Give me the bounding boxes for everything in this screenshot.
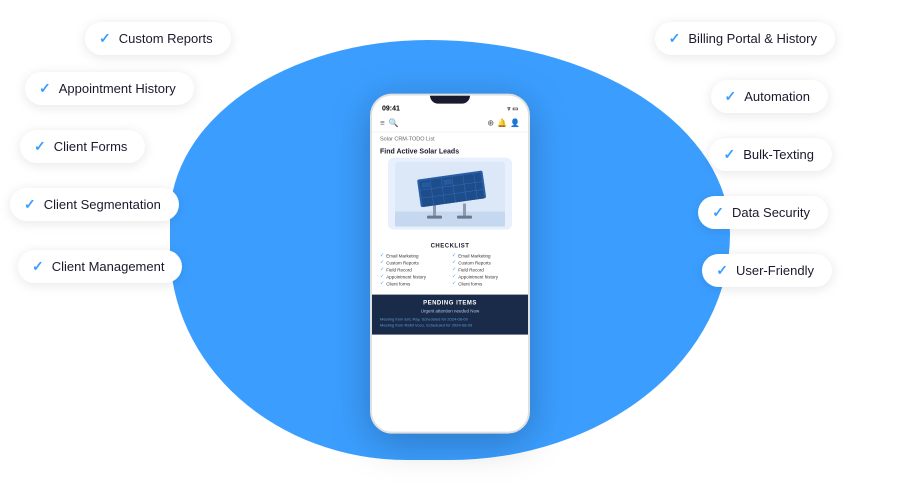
pill-user-friendly: ✓ User-Friendly [702, 254, 832, 287]
check-icon: ✓ [380, 274, 384, 280]
section-title: Find Active Solar Leads [372, 145, 528, 158]
pill-automation: ✓ Automation [711, 80, 829, 113]
toolbar-right: ⊕ 🔔 👤 [487, 119, 520, 128]
pending-item-2: Meeting from Rafid Voco, Scheduled for 2… [380, 323, 520, 328]
checklist-item: ✓ Email Marketing [380, 253, 448, 259]
pill-data-security: ✓ Data Security [698, 196, 828, 229]
check-icon: ✓ [380, 267, 384, 273]
checklist-item: ✓ Client forms [452, 281, 520, 287]
pending-subtitle: Urgent attention needed Now [380, 309, 520, 314]
checklist-item: ✓ Email Marketing [452, 253, 520, 259]
check-icon: ✓ [380, 281, 384, 287]
pill-label: Data Security [732, 205, 810, 220]
check-icon: ✓ [716, 262, 728, 279]
check-icon: ✓ [723, 146, 735, 163]
menu-icon[interactable]: ≡ [380, 119, 385, 128]
crm-label: Solar CRM-TODO List [372, 133, 528, 145]
check-icon: ✓ [32, 258, 44, 275]
pending-item-1: Meeting from Eric Ray, Scheduled for 202… [380, 317, 520, 322]
status-icons: ▿ ▭ [507, 106, 518, 113]
pill-label: Billing Portal & History [688, 31, 817, 46]
check-icon: ✓ [99, 30, 111, 47]
pending-title: PENDING ITEMS [380, 301, 520, 307]
pill-appointment-history: ✓ Appointment History [25, 72, 194, 105]
checklist-item: ✓ Client forms [380, 281, 448, 287]
pill-label: Client Forms [54, 139, 128, 154]
phone-toolbar: ≡ 🔍 ⊕ 🔔 👤 [372, 115, 528, 133]
check-icon: ✓ [452, 267, 456, 273]
check-icon: ✓ [452, 274, 456, 280]
pill-custom-reports: ✓ Custom Reports [85, 22, 231, 55]
pill-label: User-Friendly [736, 263, 814, 278]
battery-icon: ▭ [512, 106, 518, 113]
checklist-item: ✓ Appointment history [452, 274, 520, 280]
pill-label: Client Segmentation [44, 197, 161, 212]
pill-label: Custom Reports [119, 31, 213, 46]
check-icon: ✓ [380, 253, 384, 259]
add-icon[interactable]: ⊕ [487, 119, 494, 128]
check-icon: ✓ [712, 204, 724, 221]
checklist-item: ✓ Custom Reports [452, 260, 520, 266]
pill-client-forms: ✓ Client Forms [20, 130, 145, 163]
check-icon: ✓ [452, 260, 456, 266]
pending-section: PENDING ITEMS Urgent attention needed No… [372, 295, 528, 335]
solar-panel-image [388, 158, 512, 230]
pill-label: Bulk-Texting [743, 147, 814, 162]
phone-frame: 09:41 ▿ ▭ ≡ 🔍 ⊕ 🔔 👤 Solar CRM-TODO List … [370, 94, 530, 434]
checklist-section: CHECKLIST ✓ Email Marketing ✓ Email Mark… [372, 240, 528, 291]
toolbar-left: ≡ 🔍 [380, 119, 399, 128]
pill-client-management: ✓ Client Management [18, 250, 182, 283]
pill-bulk-texting: ✓ Bulk-Texting [709, 138, 832, 171]
status-time: 09:41 [382, 106, 400, 113]
checklist-grid: ✓ Email Marketing ✓ Email Marketing ✓ Cu… [380, 253, 520, 287]
wifi-icon: ▿ [507, 106, 510, 113]
check-icon: ✓ [380, 260, 384, 266]
pill-label: Appointment History [59, 81, 176, 96]
pill-label: Client Management [52, 259, 165, 274]
check-icon: ✓ [725, 88, 737, 105]
checklist-item: ✓ Field Record [452, 267, 520, 273]
check-icon: ✓ [39, 80, 51, 97]
check-icon: ✓ [669, 30, 681, 47]
phone-mockup: 09:41 ▿ ▭ ≡ 🔍 ⊕ 🔔 👤 Solar CRM-TODO List … [370, 94, 530, 434]
checklist-item: ✓ Field Record [380, 267, 448, 273]
checklist-item: ✓ Appointment history [380, 274, 448, 280]
check-icon: ✓ [34, 138, 46, 155]
check-icon: ✓ [24, 196, 36, 213]
phone-notch [430, 96, 470, 104]
pill-label: Automation [744, 89, 810, 104]
user-icon[interactable]: 👤 [510, 119, 520, 128]
checklist-title: CHECKLIST [380, 244, 520, 250]
check-icon: ✓ [452, 281, 456, 287]
check-icon: ✓ [452, 253, 456, 259]
bell-icon[interactable]: 🔔 [497, 119, 507, 128]
pill-client-segmentation: ✓ Client Segmentation [10, 188, 179, 221]
checklist-item: ✓ Custom Reports [380, 260, 448, 266]
pill-billing: ✓ Billing Portal & History [655, 22, 835, 55]
search-icon[interactable]: 🔍 [389, 119, 399, 128]
